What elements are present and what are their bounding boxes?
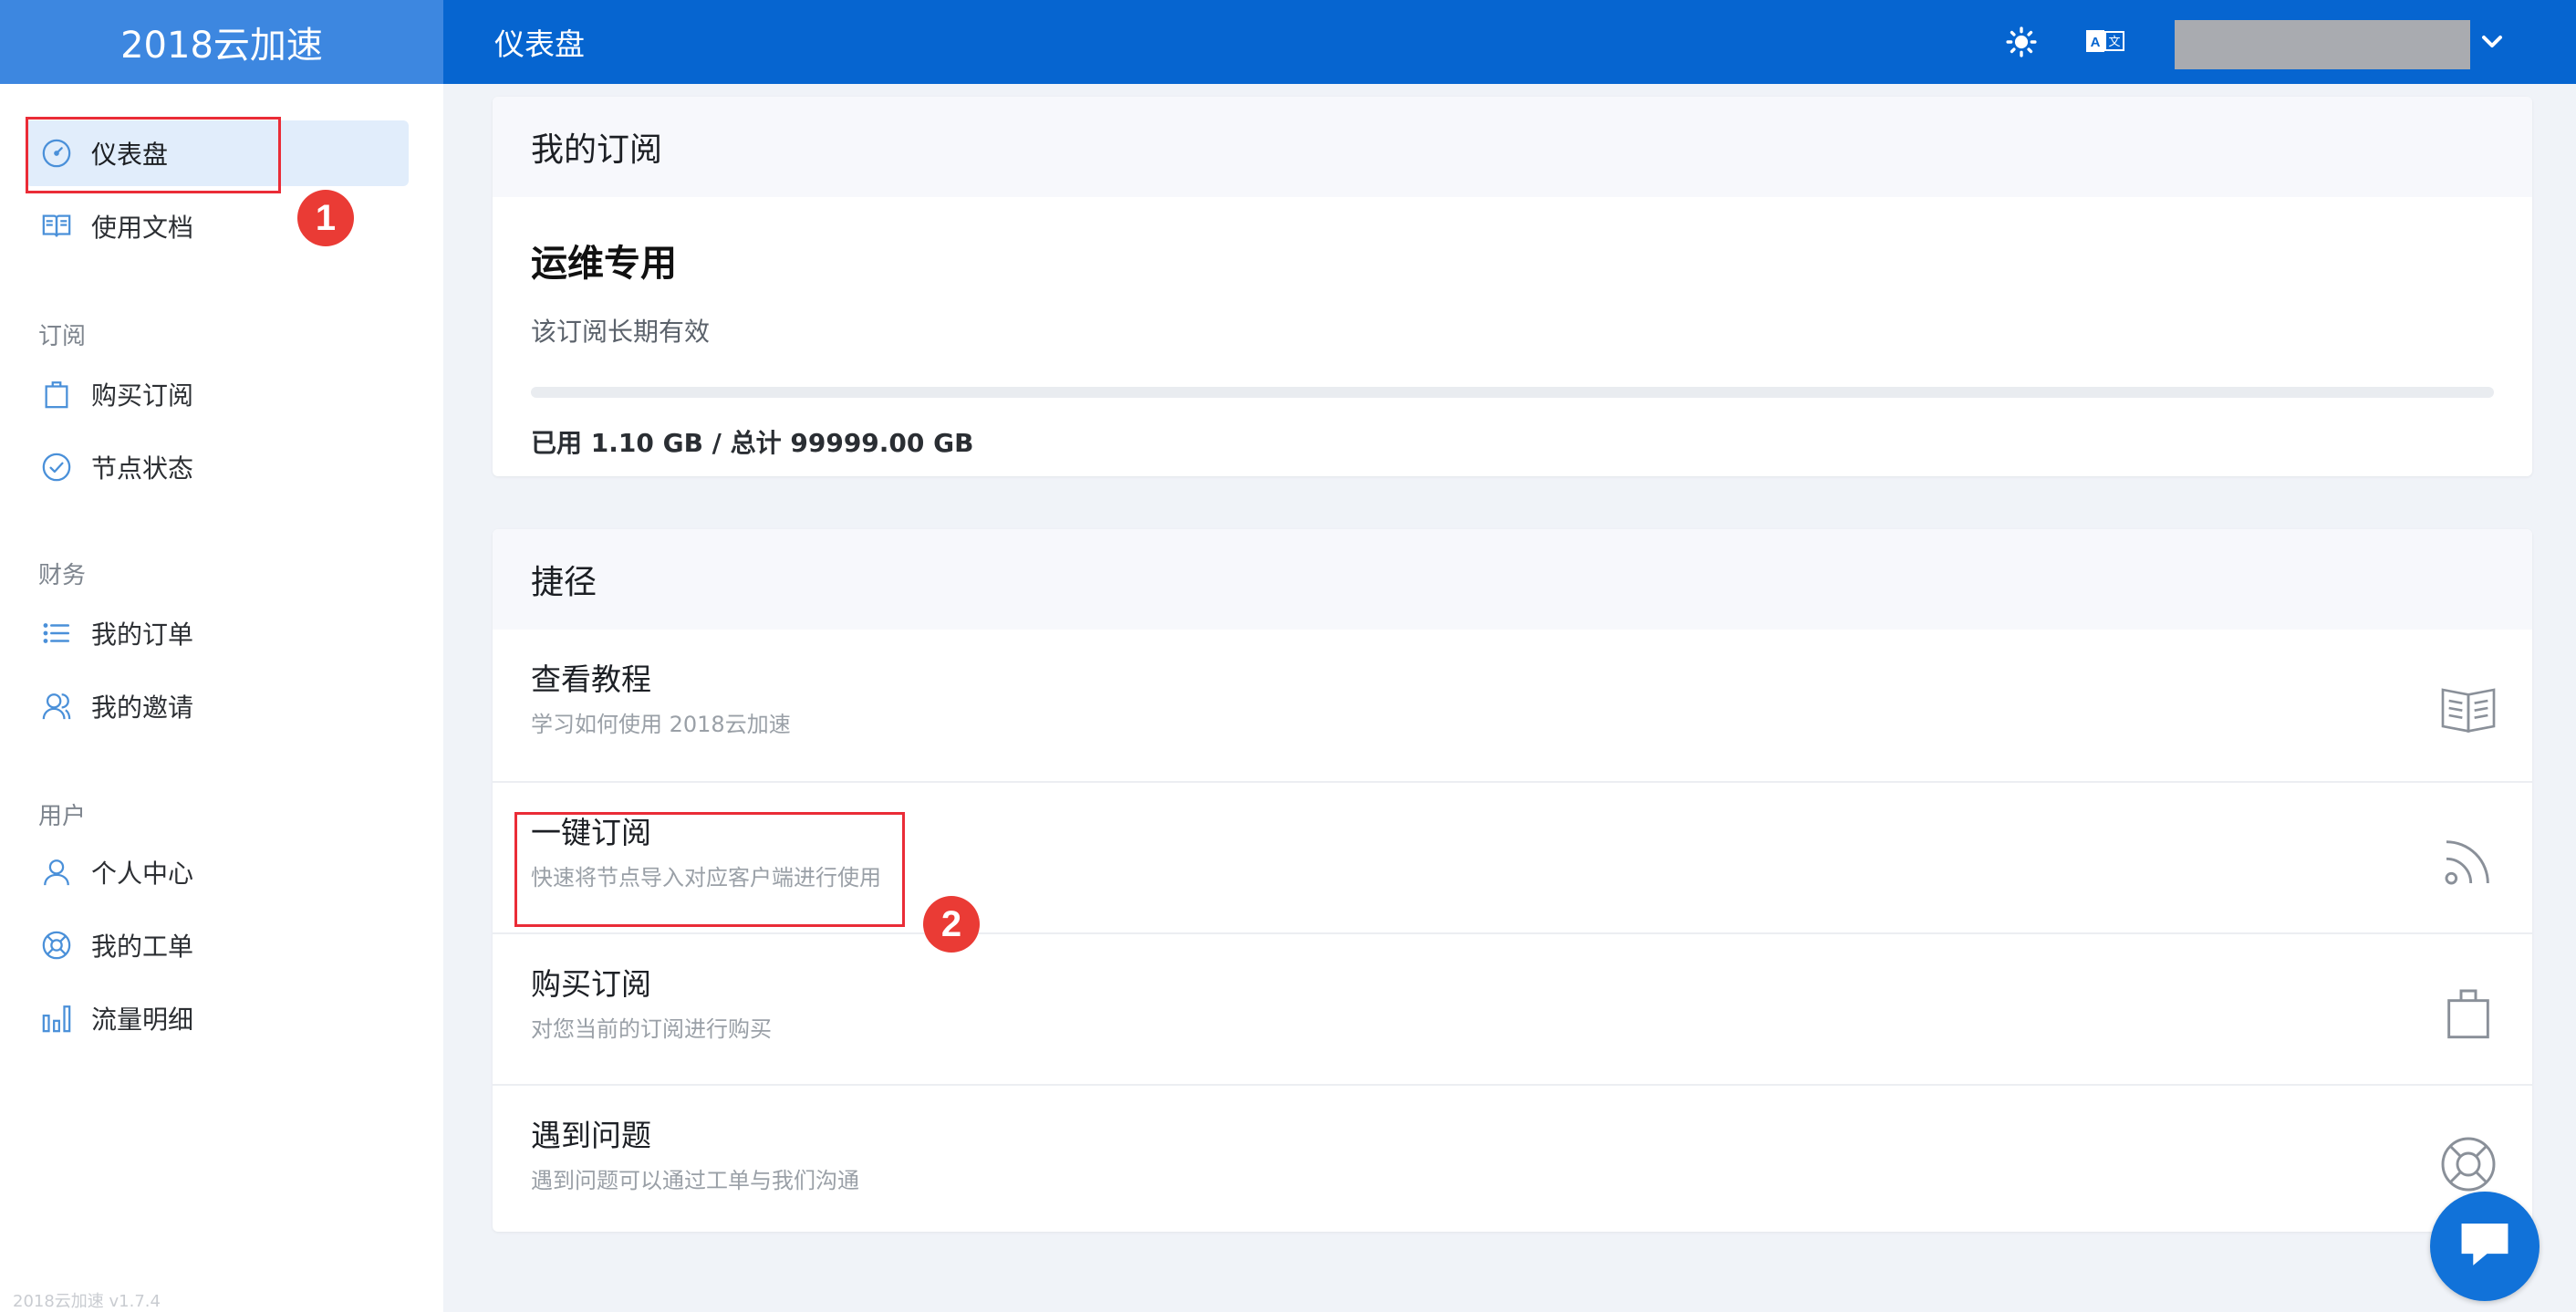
chat-bubble-icon <box>2457 1219 2513 1274</box>
shopping-bag-icon <box>38 376 75 412</box>
sidebar-item-label: 购买订阅 <box>91 380 194 411</box>
sidebar-item-node-status[interactable]: 节点状态 <box>26 434 409 500</box>
usage-text: 已用 1.10 GB / 总计 99999.00 GB <box>531 428 974 458</box>
check-circle-icon <box>38 449 75 485</box>
users-icon <box>38 688 75 724</box>
shortcut-desc: 遇到问题可以通过工单与我们沟通 <box>531 1168 859 1193</box>
annotation-badge-2: 2 <box>923 896 980 953</box>
sidebar-item-buy-subscription[interactable]: 购买订阅 <box>26 361 409 427</box>
highlight-box-one-click-subscribe <box>514 812 905 927</box>
shortcut-title: 遇到问题 <box>531 1118 651 1153</box>
sidebar-item-tickets[interactable]: 我的工单 <box>26 912 409 978</box>
sun-icon[interactable] <box>2000 20 2043 64</box>
user-avatar-masked[interactable] <box>2175 20 2470 69</box>
sidebar-item-label: 个人中心 <box>91 859 194 889</box>
top-header: 2018云加速 仪表盘 A文 <box>0 0 2576 84</box>
book-open-icon <box>2437 677 2499 739</box>
svg-text:A: A <box>2091 35 2101 50</box>
section-label-subscription: 订阅 <box>38 323 87 350</box>
sidebar-item-invites[interactable]: 我的邀请 <box>26 673 409 739</box>
translate-icon[interactable]: A文 <box>2083 20 2127 64</box>
section-label-finance: 财务 <box>38 562 87 589</box>
sidebar-item-label: 使用文档 <box>91 213 194 243</box>
shortcut-desc: 学习如何使用 2018云加速 <box>531 712 791 737</box>
user-icon <box>38 854 75 890</box>
lifebuoy-icon <box>2437 1133 2499 1195</box>
highlight-box-dashboard <box>26 117 281 193</box>
subscription-card: 我的订阅 运维专用 该订阅长期有效 已用 1.10 GB / 总计 99999.… <box>493 97 2532 476</box>
usage-progress-bar <box>531 387 2494 398</box>
plan-name: 运维专用 <box>531 243 677 285</box>
bar-chart-icon <box>38 1000 75 1036</box>
sidebar: 仪表盘 使用文档 订阅 购买订阅 节点状态 财务 我的订单 我的邀请 用户 个人… <box>0 84 443 1312</box>
shopping-bag-icon <box>2437 982 2499 1044</box>
sidebar-item-profile[interactable]: 个人中心 <box>26 839 409 905</box>
annotation-badge-1: 1 <box>297 190 354 246</box>
shortcut-row-tutorial[interactable]: 查看教程 学习如何使用 2018云加速 <box>493 630 2532 781</box>
sidebar-item-orders[interactable]: 我的订单 <box>26 600 409 666</box>
subscription-card-title: 我的订阅 <box>493 97 2532 197</box>
sidebar-item-label: 我的邀请 <box>91 692 194 723</box>
chat-support-button[interactable] <box>2430 1192 2540 1301</box>
sidebar-item-label: 节点状态 <box>91 453 194 484</box>
sidebar-item-label: 我的订单 <box>91 620 194 650</box>
rss-icon <box>2437 830 2499 892</box>
chevron-down-icon[interactable] <box>2474 20 2510 64</box>
plan-validity: 该订阅长期有效 <box>531 317 711 347</box>
sidebar-item-label: 我的工单 <box>91 932 194 962</box>
sidebar-item-traffic[interactable]: 流量明细 <box>26 985 409 1051</box>
list-icon <box>38 615 75 651</box>
shortcut-title: 查看教程 <box>531 661 651 697</box>
page-title: 仪表盘 <box>494 26 585 62</box>
app-version: 2018云加速 v1.7.4 <box>13 1292 161 1311</box>
section-label-user: 用户 <box>38 803 87 830</box>
shortcut-desc: 对您当前的订阅进行购买 <box>531 1016 772 1042</box>
book-icon <box>38 208 75 245</box>
shortcut-row-buy-subscription[interactable]: 购买订阅 对您当前的订阅进行购买 <box>493 932 2532 1084</box>
sidebar-item-label: 流量明细 <box>91 1005 194 1035</box>
lifebuoy-icon <box>38 927 75 963</box>
shortcut-row-get-help[interactable]: 遇到问题 遇到问题可以通过工单与我们沟通 <box>493 1084 2532 1232</box>
shortcut-title: 购买订阅 <box>531 966 651 1002</box>
svg-text:文: 文 <box>2108 36 2120 49</box>
brand-title[interactable]: 2018云加速 <box>0 0 443 84</box>
shortcuts-card-title: 捷径 <box>493 529 2532 630</box>
